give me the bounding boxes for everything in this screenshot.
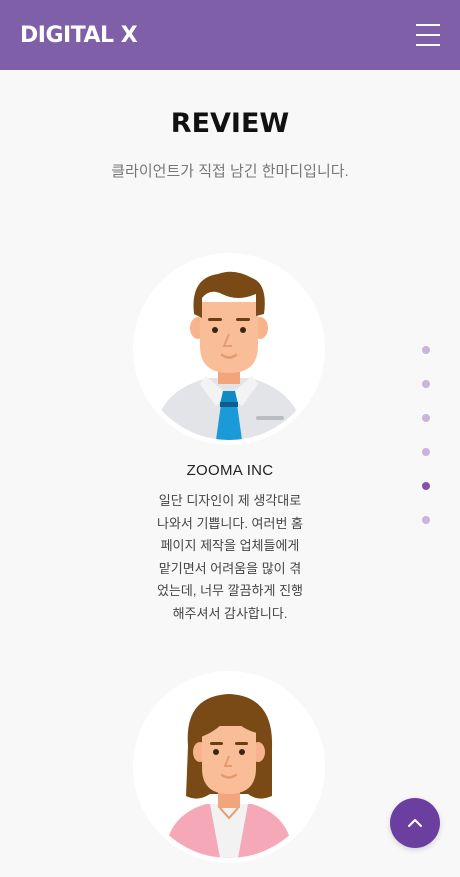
menu-line [416, 44, 440, 46]
review-line: 일단 디자인이 제 생각대로 [158, 493, 302, 508]
review-line: 페이지 제작을 업체들에게 [160, 538, 300, 553]
pagination-dot-5[interactable] [422, 482, 430, 490]
female-avatar-icon [138, 676, 320, 858]
menu-line [416, 34, 440, 36]
review-line: 해주셔서 감사합니다. [172, 605, 288, 621]
pagination-dot-2[interactable] [422, 380, 430, 388]
section-title: REVIEW [170, 108, 290, 139]
review-text: 일단 디자인이 제 생각대로 나와서 기쁩니다. 여러번 홈 페이지 제작을 업… [130, 490, 330, 625]
section-subtitle: 클라이언트가 직접 남긴 한마디입니다. [111, 163, 349, 180]
scroll-top-button[interactable] [390, 798, 440, 848]
review-line: 었는데, 너무 깔끔하게 진행 [156, 583, 303, 598]
review-company: ZOOMA INC [186, 462, 274, 479]
chevron-up-icon [408, 819, 422, 827]
pagination-dot-3[interactable] [422, 414, 430, 422]
hamburger-menu-icon[interactable] [416, 24, 440, 46]
pagination-dot-4[interactable] [422, 448, 430, 456]
app-header: DIGITAL X [0, 0, 460, 70]
review-line: 나와서 기쁩니다. 여러번 홈 [156, 515, 303, 531]
male-avatar-icon [138, 258, 320, 440]
logo[interactable]: DIGITAL X [20, 23, 138, 48]
review-pagination [422, 346, 431, 550]
pagination-dot-1[interactable] [422, 346, 430, 354]
review-line: 맡기면서 어려움을 많이 겪 [158, 560, 302, 576]
menu-line [416, 24, 440, 26]
pagination-dot-6[interactable] [422, 516, 430, 524]
